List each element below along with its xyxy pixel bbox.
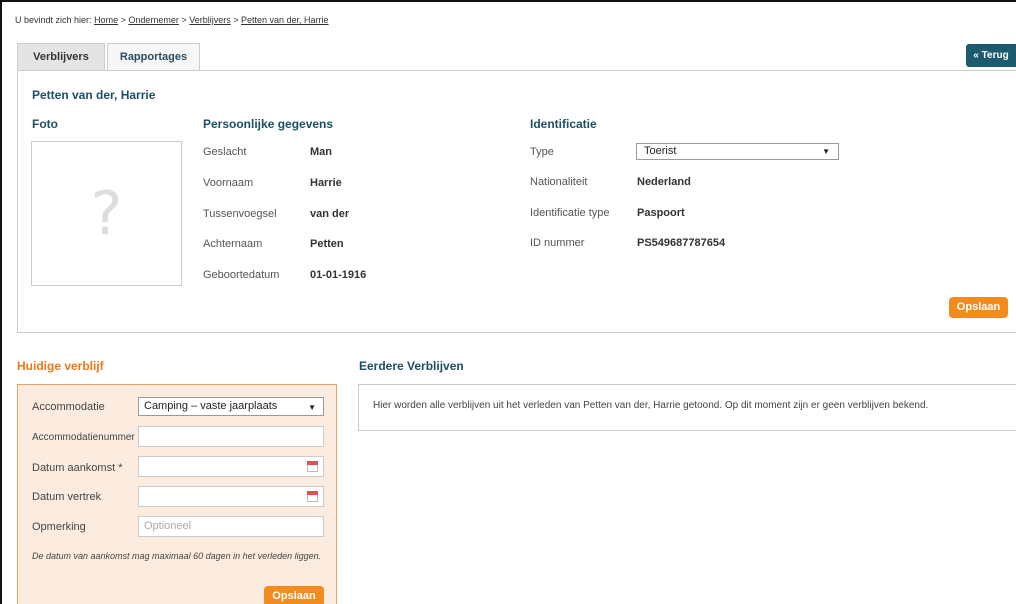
breadcrumb-prefix: U bevindt zich hier: bbox=[15, 15, 92, 25]
tab-verblijvers[interactable]: Verblijvers bbox=[17, 43, 105, 70]
birth-date-label: Geboortedatum bbox=[203, 269, 280, 281]
breadcrumb-home[interactable]: Home bbox=[94, 15, 118, 25]
breadcrumb-verblijvers[interactable]: Verblijvers bbox=[189, 15, 231, 25]
birth-date-value: 01-01-1916 bbox=[310, 269, 367, 281]
accommodation-number-input[interactable] bbox=[138, 426, 324, 447]
remark-input[interactable]: Optioneel bbox=[138, 516, 324, 537]
last-name-label: Achternaam bbox=[203, 238, 263, 250]
breadcrumb-separator: > bbox=[120, 15, 126, 25]
id-number-label: ID nummer bbox=[530, 237, 585, 249]
person-panel: Petten van der, Harrie Foto ? Persoonlij… bbox=[17, 70, 1016, 333]
accommodation-label: Accommodatie bbox=[32, 401, 105, 413]
id-number-value: PS549687787654 bbox=[637, 237, 726, 249]
previous-stays-panel: Hier worden alle verblijven uit het verl… bbox=[358, 384, 1016, 431]
tab-rapportages[interactable]: Rapportages bbox=[107, 43, 200, 70]
dropdown-arrow-icon: ▼ bbox=[822, 147, 830, 156]
type-label: Type bbox=[530, 146, 554, 158]
first-name-value: Harrie bbox=[310, 177, 342, 189]
nationality-label: Nationaliteit bbox=[530, 176, 588, 188]
current-stay-form: Accommodatie Camping – vaste jaarplaats … bbox=[17, 384, 337, 604]
gender-value: Man bbox=[310, 146, 332, 158]
breadcrumb-ondernemer[interactable]: Ondernemer bbox=[128, 15, 179, 25]
first-name-label: Voornaam bbox=[203, 177, 254, 189]
arrival-date-label: Datum aankomst * bbox=[32, 462, 123, 474]
current-stay-heading: Huidige verblijf bbox=[17, 359, 104, 373]
window-frame-left bbox=[0, 0, 2, 604]
question-mark-icon: ? bbox=[90, 178, 123, 249]
accommodation-number-label: Accommodatienummer bbox=[32, 432, 135, 443]
infix-label: Tussenvoegsel bbox=[203, 208, 277, 220]
infix-value: van der bbox=[310, 208, 350, 220]
person-name-heading: Petten van der, Harrie bbox=[32, 88, 156, 102]
departure-date-label: Datum vertrek bbox=[32, 491, 102, 503]
breadcrumb: U bevindt zich hier: Home > Ondernemer >… bbox=[15, 15, 329, 25]
nationality-value: Nederland bbox=[637, 176, 691, 188]
type-select-value: Toerist bbox=[644, 145, 677, 157]
breadcrumb-current[interactable]: Petten van der, Harrie bbox=[241, 15, 329, 25]
remark-label: Opmerking bbox=[32, 521, 86, 533]
window-frame-top bbox=[0, 0, 1016, 2]
gender-label: Geslacht bbox=[203, 146, 247, 158]
calendar-icon[interactable] bbox=[307, 461, 318, 472]
save-person-button[interactable]: Opslaan bbox=[949, 297, 1008, 318]
back-button[interactable]: « Terug bbox=[966, 44, 1016, 67]
remark-placeholder: Optioneel bbox=[144, 520, 192, 532]
photo-placeholder: ? bbox=[31, 141, 182, 286]
previous-stays-message: Hier worden alle verblijven uit het verl… bbox=[373, 400, 929, 411]
arrival-date-note: De datum van aankomst mag maximaal 60 da… bbox=[32, 551, 322, 561]
breadcrumb-separator: > bbox=[181, 15, 187, 25]
id-type-label: Identificatie type bbox=[530, 207, 610, 219]
accommodation-select[interactable]: Camping – vaste jaarplaats ▼ bbox=[138, 397, 324, 416]
calendar-icon[interactable] bbox=[307, 491, 318, 502]
identification-heading: Identificatie bbox=[530, 117, 597, 131]
accommodation-select-value: Camping – vaste jaarplaats bbox=[144, 400, 278, 412]
departure-date-input[interactable] bbox=[138, 486, 324, 507]
arrival-date-input[interactable] bbox=[138, 456, 324, 477]
type-select[interactable]: Toerist ▼ bbox=[636, 143, 839, 160]
tab-bar: Verblijvers Rapportages bbox=[17, 43, 202, 70]
photo-heading: Foto bbox=[32, 117, 58, 131]
breadcrumb-separator: > bbox=[233, 15, 239, 25]
save-stay-button[interactable]: Opslaan bbox=[264, 586, 324, 604]
previous-stays-heading: Eerdere Verblijven bbox=[359, 359, 464, 373]
id-type-value: Paspoort bbox=[637, 207, 685, 219]
last-name-value: Petten bbox=[310, 238, 344, 250]
dropdown-arrow-icon: ▼ bbox=[308, 403, 316, 412]
personal-details-heading: Persoonlijke gegevens bbox=[203, 117, 334, 131]
